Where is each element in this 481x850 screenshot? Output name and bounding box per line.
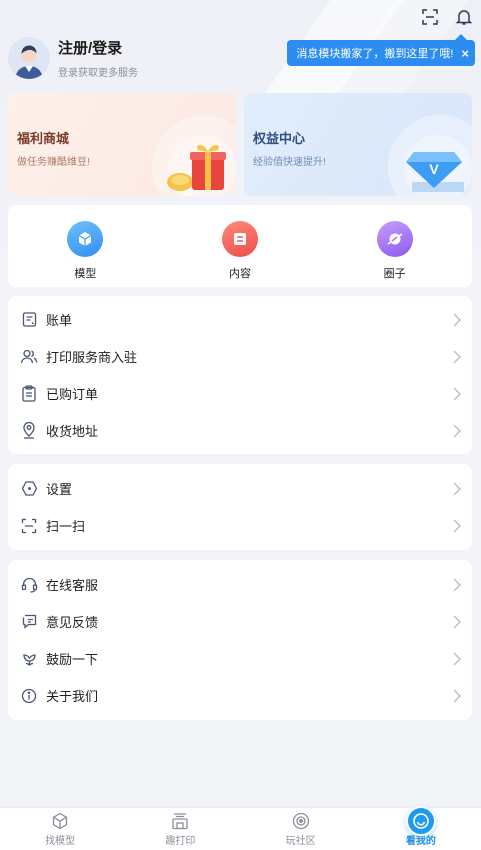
cube-icon <box>67 221 104 257</box>
quick-model[interactable]: 模型 <box>8 205 163 287</box>
quick-entry-panel: 模型 内容 圈子 <box>8 205 472 287</box>
smile-icon <box>405 806 436 836</box>
menu-item-scan[interactable]: 扫一扫 <box>8 507 472 544</box>
chevron-right-icon <box>453 424 461 437</box>
menu-item-bill-label: 账单 <box>46 313 73 328</box>
headset-icon <box>20 576 38 594</box>
account-menu-group: 账单 打印服务商入驻 已购订单 收货地址 <box>8 296 472 454</box>
welfare-mall-card[interactable]: 福利商城 做任务赚酷维豆! <box>8 93 236 196</box>
flower-icon <box>20 650 38 668</box>
tab-fun-print[interactable]: 趣打印 <box>120 808 240 850</box>
scan-icon <box>20 517 38 535</box>
feedback-icon <box>20 613 38 631</box>
menu-item-address-label: 收货地址 <box>46 424 99 439</box>
chevron-right-icon <box>453 350 461 363</box>
menu-item-settings[interactable]: 设置 <box>8 470 472 507</box>
close-icon[interactable]: × <box>461 46 469 61</box>
target-icon <box>292 812 309 830</box>
tab-community[interactable]: 玩社区 <box>241 808 361 850</box>
svg-text:V: V <box>429 161 439 177</box>
chevron-right-icon <box>453 519 461 532</box>
login-subtitle: 登录获取更多服务 <box>58 68 138 79</box>
menu-item-orders-label: 已购订单 <box>46 387 99 402</box>
chevron-right-icon <box>453 578 461 591</box>
feature-cards: 福利商城 做任务赚酷维豆! 权益中心 经验值快速提升! V <box>8 93 472 196</box>
top-toolbar <box>421 8 473 26</box>
tab-mine[interactable]: 看我的 <box>361 806 481 850</box>
chevron-right-icon <box>453 387 461 400</box>
menu-item-encourage[interactable]: 鼓励一下 <box>8 640 472 677</box>
document-icon <box>222 221 258 257</box>
menu-item-bill[interactable]: 账单 <box>8 301 472 338</box>
printer-icon <box>172 813 189 830</box>
avatar[interactable] <box>8 37 50 79</box>
bottom-tab-bar: 找模型 趣打印 玩社区 看我的 <box>0 806 481 850</box>
menu-item-settings-label: 设置 <box>46 482 73 497</box>
menu-item-print-provider[interactable]: 打印服务商入驻 <box>8 338 472 375</box>
chevron-right-icon <box>453 313 461 326</box>
rights-center-card[interactable]: 权益中心 经验值快速提升! V <box>244 93 472 196</box>
chevron-right-icon <box>453 615 461 628</box>
tab-find-model-label: 找模型 <box>45 836 76 847</box>
support-menu-group: 在线客服 意见反馈 鼓励一下 关于我们 <box>8 560 472 720</box>
login-title[interactable]: 注册/登录 <box>58 37 138 58</box>
menu-item-feedback[interactable]: 意见反馈 <box>8 603 472 640</box>
menu-item-customer-service[interactable]: 在线客服 <box>8 566 472 603</box>
tab-find-model[interactable]: 找模型 <box>0 808 120 850</box>
quick-model-label: 模型 <box>74 268 97 280</box>
tab-fun-print-label: 趣打印 <box>165 836 196 847</box>
menu-item-scan-label: 扫一扫 <box>46 519 86 534</box>
chevron-right-icon <box>453 689 461 702</box>
settings-menu-group: 设置 扫一扫 <box>8 464 472 550</box>
profile-header[interactable]: 注册/登录 登录获取更多服务 <box>8 37 138 79</box>
chevron-right-icon <box>453 482 461 495</box>
menu-item-customer-service-label: 在线客服 <box>46 578 99 593</box>
message-moved-tooltip: 消息模块搬家了，搬到这里了哦! × <box>287 34 475 66</box>
tab-community-label: 玩社区 <box>285 836 316 847</box>
info-icon <box>20 687 38 705</box>
menu-item-address[interactable]: 收货地址 <box>8 412 472 449</box>
tooltip-text: 消息模块搬家了，搬到这里了哦! <box>296 48 454 60</box>
quick-content[interactable]: 内容 <box>163 205 318 287</box>
quick-circle-label: 圈子 <box>383 268 406 280</box>
chevron-right-icon <box>453 652 461 665</box>
people-icon <box>20 348 38 366</box>
scan-icon[interactable] <box>421 8 439 26</box>
menu-item-about[interactable]: 关于我们 <box>8 677 472 714</box>
diamond-icon: V <box>406 152 464 192</box>
gift-box-icon <box>167 145 226 191</box>
menu-item-print-provider-label: 打印服务商入驻 <box>46 350 138 365</box>
planet-icon <box>376 221 413 257</box>
menu-item-about-label: 关于我们 <box>46 689 99 704</box>
menu-item-orders[interactable]: 已购订单 <box>8 375 472 412</box>
user-avatar-icon <box>8 37 50 79</box>
bill-icon <box>20 311 38 329</box>
menu-item-encourage-label: 鼓励一下 <box>46 652 99 667</box>
menu-item-feedback-label: 意见反馈 <box>46 615 99 630</box>
hexagon-settings-icon <box>20 480 38 498</box>
quick-content-label: 内容 <box>229 268 251 280</box>
quick-circle[interactable]: 圈子 <box>317 205 472 287</box>
location-icon <box>20 422 38 440</box>
clipboard-icon <box>20 385 38 403</box>
bell-icon[interactable] <box>455 8 473 26</box>
cube-outline-icon <box>52 812 68 830</box>
